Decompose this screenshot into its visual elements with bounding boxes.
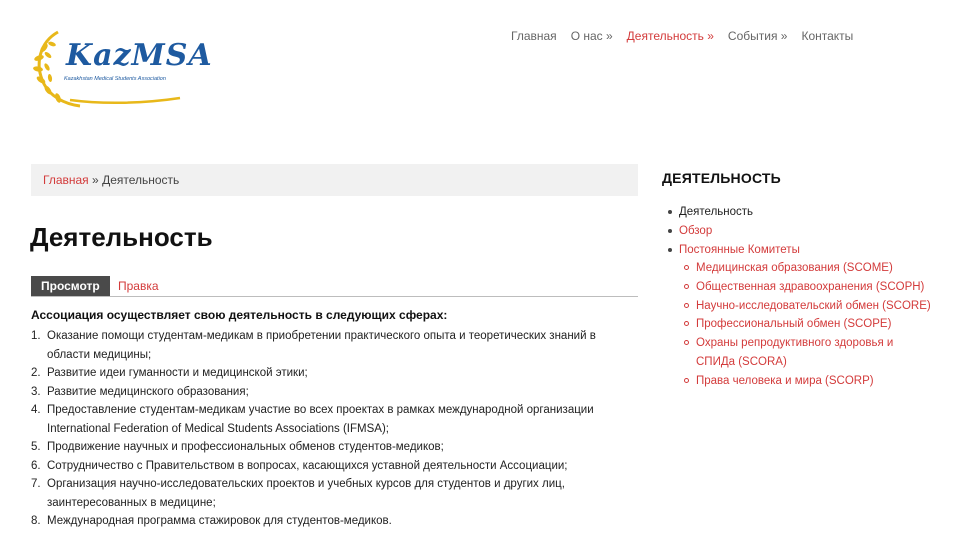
list-item: 7. Организация научно-исследовательских п… — [31, 475, 631, 512]
sidebar-subitem-label[interactable]: Профессиональный обмен (SCOPE) — [696, 315, 891, 334]
sidebar-menu: Деятельность Обзор Постоянные Комитеты — [668, 203, 800, 259]
list-item: 1. Оказание помощи студентам-медикам в пр… — [31, 327, 631, 364]
circle-bullet-icon — [684, 321, 689, 327]
circle-bullet-icon — [684, 265, 689, 270]
nav-item-contacts[interactable]: Контакты — [801, 29, 853, 43]
list-item-number: 3. — [31, 385, 41, 398]
circle-bullet-icon — [684, 340, 689, 346]
breadcrumb-current: Деятельность — [102, 173, 180, 187]
breadcrumb-separator: » — [92, 173, 99, 187]
list-item-number: 1. — [31, 330, 41, 342]
circle-bullet-icon — [684, 377, 689, 383]
sidebar-subitem-scope[interactable]: Профессиональный обмен (SCOPE) — [684, 315, 934, 334]
content-tabs: Просмотр Правка — [31, 276, 638, 297]
sidebar-item-label[interactable]: Обзор — [679, 222, 712, 241]
breadcrumb: Главная » Деятельность — [31, 164, 638, 196]
list-item-text: Организация научно-исследовательских про… — [47, 478, 565, 509]
sidebar-item-overview[interactable]: Обзор — [668, 222, 800, 241]
list-item: 3. Развитие медицинского образования; — [31, 383, 631, 402]
tab-edit[interactable]: Правка — [108, 276, 169, 296]
sidebar-item-committees[interactable]: Постоянные Комитеты — [668, 241, 800, 260]
sidebar-subitem-label[interactable]: Права человека и мира (SCORP) — [696, 372, 874, 391]
circle-bullet-icon — [684, 302, 689, 308]
list-item: 6. Сотрудничество с Правительством в вопр… — [31, 457, 631, 476]
circle-bullet-icon — [684, 283, 689, 289]
list-item-text: Международная программа стажировок для с… — [47, 515, 392, 527]
breadcrumb-home-link[interactable]: Главная — [43, 173, 89, 187]
nav-item-activity[interactable]: Деятельность » — [627, 29, 714, 43]
list-item-text: Развитие медицинского образования; — [47, 385, 249, 398]
list-item-number: 8. — [31, 515, 41, 527]
bullet-icon — [668, 229, 672, 234]
sidebar-subitem-label[interactable]: Охраны репродуктивного здоровья и СПИДа … — [696, 334, 934, 372]
sidebar-item-label: Деятельность — [679, 206, 754, 218]
list-item-number: 5. — [31, 441, 41, 453]
sidebar-item-label[interactable]: Постоянные Комитеты — [679, 241, 800, 260]
list-item: 4. Предоставление студентам-медикам участ… — [31, 401, 631, 438]
sidebar-subitem-scora[interactable]: Охраны репродуктивного здоровья и СПИДа … — [684, 334, 934, 372]
list-item-number: 4. — [31, 404, 41, 416]
list-item: 5. Продвижение научных и профессиональных… — [31, 438, 631, 457]
content-intro: Ассоциация осуществляет свою деятельност… — [31, 308, 448, 322]
list-item-text: Сотрудничество с Правительством в вопрос… — [47, 459, 568, 472]
sidebar-subitem-score[interactable]: Научно-исследовательский обмен (SCORE) — [684, 297, 934, 316]
bullet-icon — [668, 210, 672, 215]
sidebar-subitem-scorp[interactable]: Права человека и мира (SCORP) — [684, 372, 934, 391]
sidebar-subitem-label[interactable]: Научно-исследовательский обмен (SCORE) — [696, 297, 931, 316]
bullet-icon — [668, 247, 672, 252]
logo-subtitle: Kazakhstan Medical Students Association — [64, 76, 166, 82]
sidebar-subitem-label[interactable]: Медицинская образования (SCOME) — [696, 259, 893, 278]
nav-item-events[interactable]: События » — [728, 29, 788, 43]
nav-item-home[interactable]: Главная — [511, 29, 557, 43]
list-item-number: 6. — [31, 459, 41, 472]
list-item-number: 2. — [31, 367, 41, 379]
sidebar-subitem-label[interactable]: Общественная здравоохранения (SCOPH) — [696, 278, 924, 297]
activity-list: 1. Оказание помощи студентам-медикам в пр… — [31, 327, 631, 531]
list-item: 8. Международная программа стажировок для… — [31, 512, 631, 531]
sidebar-subitem-scoph[interactable]: Общественная здравоохранения (SCOPH) — [684, 278, 934, 297]
site-logo[interactable]: KazMSA Kazakhstan Medical Students Assoc… — [30, 24, 212, 110]
list-item: 2. Развитие идеи гуманности и медицинской… — [31, 364, 631, 383]
list-item-text: Продвижение научных и профессиональных о… — [47, 441, 444, 453]
logo-text: KazMSA — [66, 38, 213, 73]
sidebar-item-activity: Деятельность — [668, 203, 800, 222]
tab-view[interactable]: Просмотр — [31, 276, 110, 296]
list-item-text: Оказание помощи студентам-медикам в прио… — [47, 330, 596, 361]
nav-item-about[interactable]: О нас » — [571, 29, 613, 43]
sidebar-title: ДЕЯТЕЛЬНОСТЬ — [662, 170, 781, 186]
list-item-number: 7. — [31, 478, 41, 490]
list-item-text: Развитие идеи гуманности и медицинской э… — [47, 367, 308, 379]
top-navigation: Главная О нас » Деятельность » События »… — [511, 29, 853, 43]
committees-submenu: Медицинская образования (SCOME) Обществе… — [684, 259, 934, 391]
sidebar-subitem-scome[interactable]: Медицинская образования (SCOME) — [684, 259, 934, 278]
page-title: Деятельность — [30, 222, 213, 252]
list-item-text: Предоставление студентам-медикам участие… — [47, 404, 594, 435]
